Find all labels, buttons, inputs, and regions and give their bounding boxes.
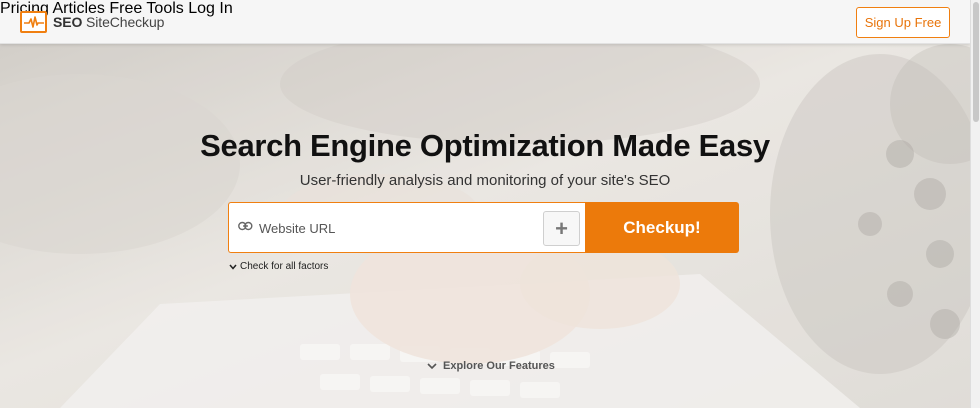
link-icon <box>238 221 253 231</box>
explore-features-link[interactable]: Explore Our Features <box>427 360 555 372</box>
explore-features-label: Explore Our Features <box>443 360 555 372</box>
checkup-button[interactable]: Checkup! <box>585 202 739 253</box>
hero-section: Search Engine Optimization Made Easy Use… <box>0 44 970 408</box>
plus-icon: + <box>555 215 568 241</box>
url-search-form: + Checkup! <box>228 202 739 253</box>
logo-text: SEO SiteCheckup <box>53 14 165 30</box>
pulse-monitor-icon <box>20 11 47 33</box>
add-url-button[interactable]: + <box>543 211 580 246</box>
website-url-input[interactable] <box>259 215 529 241</box>
page-scrollbar[interactable] <box>970 0 980 408</box>
chevron-down-icon <box>427 362 437 369</box>
top-navbar: SEO SiteCheckup Pricing Articles Free To… <box>0 0 970 44</box>
hero-subtitle: User-friendly analysis and monitoring of… <box>299 172 671 189</box>
url-input-box[interactable]: + <box>228 202 585 253</box>
site-logo[interactable]: SEO SiteCheckup <box>20 11 164 33</box>
scrollbar-thumb[interactable] <box>973 2 979 122</box>
nav-log-in[interactable]: Log In <box>188 0 232 17</box>
check-all-factors-label: Check for all factors <box>240 261 329 272</box>
hero-title: Search Engine Optimization Made Easy <box>200 128 770 163</box>
check-all-factors-toggle[interactable]: Check for all factors <box>229 261 328 272</box>
chevron-down-icon <box>229 264 237 270</box>
sign-up-button[interactable]: Sign Up Free <box>856 7 950 38</box>
